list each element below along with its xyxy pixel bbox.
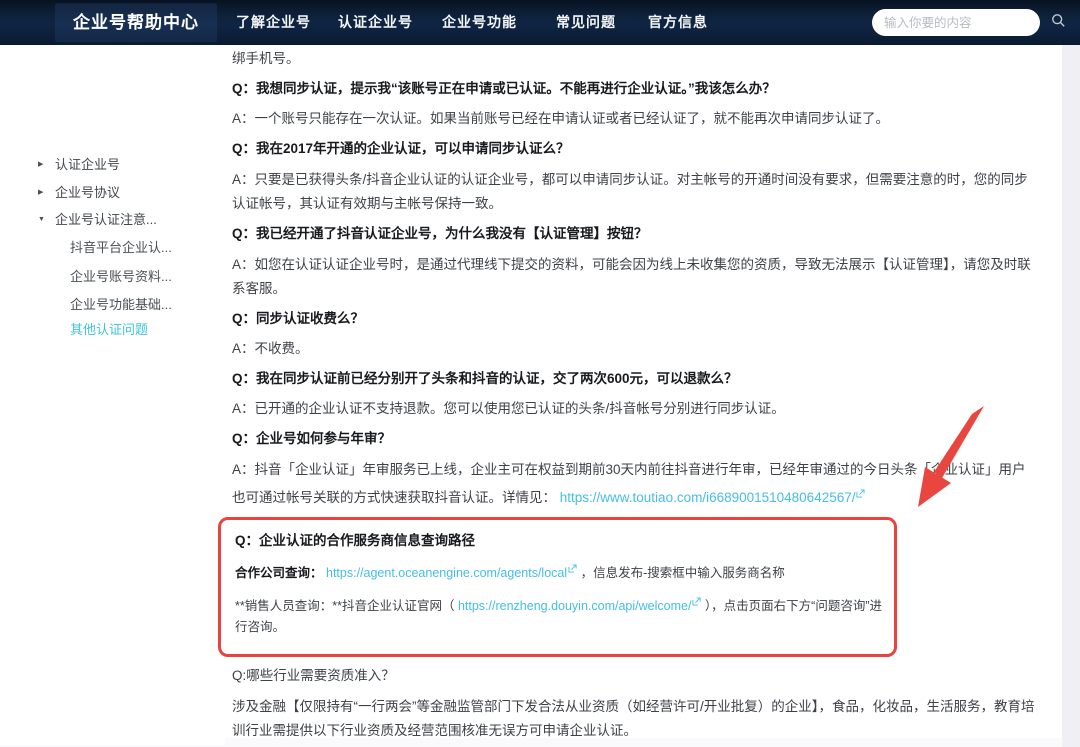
toutiao-link[interactable]: https://www.toutiao.com/i668900151048064…: [560, 490, 856, 505]
paragraph-lead: 绑手机号。: [232, 51, 300, 66]
sidebar-item-label: 企业号协议: [55, 185, 121, 200]
search-box[interactable]: [872, 9, 1065, 36]
faq-question: Q：企业号如何参与年审？: [232, 431, 392, 446]
nav-item-features[interactable]: 企业号功能: [442, 0, 517, 45]
partner-query-line: 合作公司查询： https://agent.oceanengine.com/ag…: [235, 559, 882, 584]
sidebar-subitem-account-info[interactable]: 企业号账号资料...: [0, 266, 225, 288]
faq-question: Q：我在同步认证前已经分别开了头条和抖音的认证，交了两次600元，可以退款么？: [232, 371, 738, 386]
partner-query-suffix: ，信息发布-搜索框中输入服务商名称: [580, 566, 785, 580]
page: 企业号帮助中心 了解企业号 认证企业号 企业号功能 常见问题 官方信息 ▶ 认证…: [0, 0, 1080, 747]
faq-question: Q：企业认证的合作服务商信息查询路径: [235, 533, 476, 548]
chevron-right-icon: ▶: [38, 161, 44, 168]
faq-answer-with-link: A：抖音「企业认证」年审服务已上线，企业主可在权益到期前30天内前往抖音进行年审…: [232, 458, 1038, 510]
sidebar-item-certify-account[interactable]: ▶ 认证企业号: [0, 154, 225, 176]
faq-answer: A：如您在认证认证企业号时，是通过代理线下提交的资料，可能会因为线上未收集您的资…: [232, 257, 1031, 296]
top-navbar: 企业号帮助中心 了解企业号 认证企业号 企业号功能 常见问题 官方信息: [0, 0, 1080, 45]
partner-query-label: 合作公司查询：: [235, 566, 323, 580]
faq-answer: 涉及金融【仅限持有“一行两会”等金融监管部门下发合法从业资质（如经营许可/开业批…: [232, 699, 1035, 738]
sidebar-subitem-douyin-platform[interactable]: 抖音平台企业认...: [0, 237, 225, 259]
sidebar-item-label: 企业号账号资料...: [70, 269, 172, 284]
sidebar-subitem-other-questions[interactable]: 其他认证问题: [0, 319, 225, 341]
faq-answer: A：一个账号只能存在一次认证。如果当前账号已经在申请认证或者已经认证了，就不能再…: [232, 111, 890, 126]
sales-query-prefix: **销售人员查询：**抖音企业认证官网（: [235, 599, 455, 613]
sidebar-nav: ▶ 认证企业号 ▶ 企业号协议 ▼ 企业号认证注意... 抖音平台企业认... …: [0, 45, 225, 745]
oceanengine-agents-link[interactable]: https://agent.oceanengine.com/agents/loc…: [326, 566, 567, 580]
sidebar-item-certify-notes[interactable]: ▼ 企业号认证注意...: [0, 209, 225, 231]
faq-question: Q：我已经开通了抖音认证企业号，为什么我没有【认证管理】按钮？: [232, 226, 648, 241]
search-input[interactable]: [882, 14, 1047, 31]
sidebar-item-label: 企业号认证注意...: [55, 212, 157, 227]
external-link-icon: [692, 592, 701, 613]
sales-query-line: **销售人员查询：**抖音企业认证官网（ https://renzheng.do…: [235, 592, 882, 638]
highlighted-faq-box: Q：企业认证的合作服务商信息查询路径 合作公司查询： https://agent…: [218, 517, 897, 657]
faq-question: Q：我想同步认证，提示我“该账号正在申请或已认证。不能再进行企业认证。”我该怎么…: [232, 81, 776, 96]
sidebar-item-label: 认证企业号: [55, 157, 121, 172]
faq-question: Q：同步认证收费么？: [232, 311, 365, 326]
sidebar-item-agreement[interactable]: ▶ 企业号协议: [0, 182, 225, 204]
faq-answer: A：不收费。: [232, 341, 309, 356]
faq-answer: A：已开通的企业认证不支持退款。您可以使用您已认证的头条/抖音帐号分别进行同步认…: [232, 401, 785, 416]
faq-question-plain: Q:哪些行业需要资质准入？: [232, 668, 395, 683]
renzheng-douyin-link[interactable]: https://renzheng.douyin.com/api/welcome/: [458, 599, 691, 613]
nav-item-about[interactable]: 了解企业号: [236, 0, 311, 45]
nav-item-certify[interactable]: 认证企业号: [338, 0, 413, 45]
nav-item-official[interactable]: 官方信息: [648, 0, 708, 45]
app-logo[interactable]: 企业号帮助中心: [55, 3, 217, 42]
external-link-icon: [568, 559, 577, 580]
sidebar-item-label-active: 其他认证问题: [70, 322, 149, 337]
chevron-right-icon: ▶: [38, 189, 44, 196]
search-icon[interactable]: [1051, 13, 1066, 33]
sidebar-item-label: 企业号功能基础...: [70, 297, 172, 312]
scrollbar-track[interactable]: [1062, 45, 1080, 747]
faq-answer: A：只要是已获得头条/抖音企业认证的认证企业号，都可以申请同步认证。对主帐号的开…: [232, 172, 1028, 211]
nav-item-faq[interactable]: 常见问题: [556, 0, 616, 45]
external-link-icon: [856, 482, 866, 506]
faq-content: 绑手机号。 Q：我想同步认证，提示我“该账号正在申请或已认证。不能再进行企业认证…: [218, 48, 1038, 747]
sidebar-item-label: 抖音平台企业认...: [70, 240, 172, 255]
faq-question: Q：我在2017年开通的企业认证，可以申请同步认证么？: [232, 141, 570, 156]
chevron-down-icon: ▼: [38, 216, 45, 223]
sidebar-subitem-feature-basics[interactable]: 企业号功能基础...: [0, 294, 225, 316]
